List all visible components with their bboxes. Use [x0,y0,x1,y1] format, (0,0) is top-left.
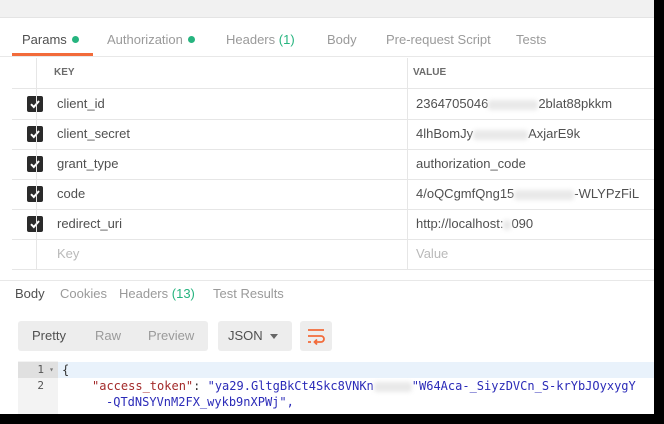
response-body-editor[interactable]: 1 ▾ 2 { "access_token": "ya29.GltgBkCt4Sk… [18,361,654,414]
tab-pre-request-script-label: Pre-request Script [386,32,491,47]
param-key[interactable]: redirect_uri [57,209,122,239]
checkmark-icon [30,190,40,199]
tab-authorization[interactable]: Authorization [107,24,195,55]
column-divider [36,58,37,270]
tab-authorization-label: Authorization [107,32,183,47]
line-number: 2 [37,379,44,392]
code-line: "access_token": "ya29.GltgBkCt4Skc8VNKn "… [92,379,636,393]
request-tabs: Params Authorization Headers (1) Body Pr… [0,24,654,57]
table-row: code 4/oQCgmfQng15 -WLYPzFiL [12,179,654,210]
tab-headers-label: Headers [226,32,276,47]
param-key[interactable]: client_id [57,89,105,119]
code-line: { [58,362,654,378]
params-table-header: KEY VALUE [12,58,654,89]
param-value[interactable]: 4/oQCgmfQng15 -WLYPzFiL [416,179,639,209]
table-row: redirect_uri http://localhost: 090 [12,209,654,240]
column-divider [407,58,408,270]
table-row: grant_type authorization_code [12,149,654,180]
request-editor: Params Authorization Headers (1) Body Pr… [0,0,654,414]
param-key[interactable]: client_secret [57,119,130,149]
checkmark-icon [30,130,40,139]
view-mode-segmented: Pretty Raw Preview [18,321,208,351]
view-raw-button[interactable]: Raw [95,321,121,351]
response-tab-headers-count: (13) [171,286,195,301]
column-header-value: VALUE [413,67,447,78]
column-header-key: KEY [54,67,75,78]
response-toolbar: Pretty Raw Preview JSON [0,321,654,351]
tab-tests[interactable]: Tests [516,24,546,55]
tab-body[interactable]: Body [327,24,357,55]
wrap-lines-icon [308,329,325,346]
view-preview-button[interactable]: Preview [148,321,194,351]
wrap-lines-button[interactable] [300,321,332,351]
row-checkbox[interactable] [27,156,43,172]
tab-pre-request-script[interactable]: Pre-request Script [386,24,491,55]
fold-arrow-icon: ▾ [49,365,54,374]
format-select[interactable]: JSON [218,321,292,351]
checkmark-icon [30,160,40,169]
table-row: client_secret 4lhBomJy AxjarE9k [12,119,654,150]
param-value[interactable]: http://localhost: 090 [416,209,533,239]
tab-headers[interactable]: Headers (1) [226,24,295,55]
new-value-input[interactable]: Value [416,239,448,269]
line-number: 1 ▾ [18,362,58,378]
tab-headers-count: (1) [278,32,295,47]
chevron-down-icon [270,334,278,339]
response-tab-headers[interactable]: Headers (13) [119,284,195,304]
tab-params[interactable]: Params [22,24,79,55]
table-row-empty: Key Value [12,239,654,270]
row-checkbox[interactable] [27,186,43,202]
param-value[interactable]: authorization_code [416,149,526,179]
row-checkbox[interactable] [27,96,43,112]
response-tabs: Body Cookies Headers (13) Test Results [0,280,654,307]
row-checkbox[interactable] [27,126,43,142]
authorization-status-dot [187,36,195,43]
param-value[interactable]: 2364705046 2blat88pkkm [416,89,612,119]
table-row: client_id 2364705046 2blat88pkkm [12,89,654,120]
tab-tests-label: Tests [516,32,547,47]
new-key-input[interactable]: Key [57,239,79,269]
param-value[interactable]: 4lhBomJy AxjarE9k [416,119,580,149]
param-key[interactable]: code [57,179,85,209]
view-pretty-button[interactable]: Pretty [32,321,66,351]
checkmark-icon [30,220,40,229]
code-line: -QTdNSYVnM2FX_wykb9nXPWj", [106,395,294,409]
response-tab-cookies[interactable]: Cookies [60,284,107,304]
active-tab-indicator [12,53,93,56]
response-tab-headers-label: Headers [119,286,169,301]
top-bar [0,0,654,18]
row-checkbox[interactable] [27,216,43,232]
tab-body-label: Body [327,32,357,47]
format-select-value: JSON [228,328,263,343]
response-tab-test-results[interactable]: Test Results [213,284,284,304]
checkmark-icon [30,100,40,109]
tab-params-label: Params [22,32,67,47]
param-key[interactable]: grant_type [57,149,118,179]
response-tab-body[interactable]: Body [15,284,45,304]
params-status-dot [71,36,79,43]
